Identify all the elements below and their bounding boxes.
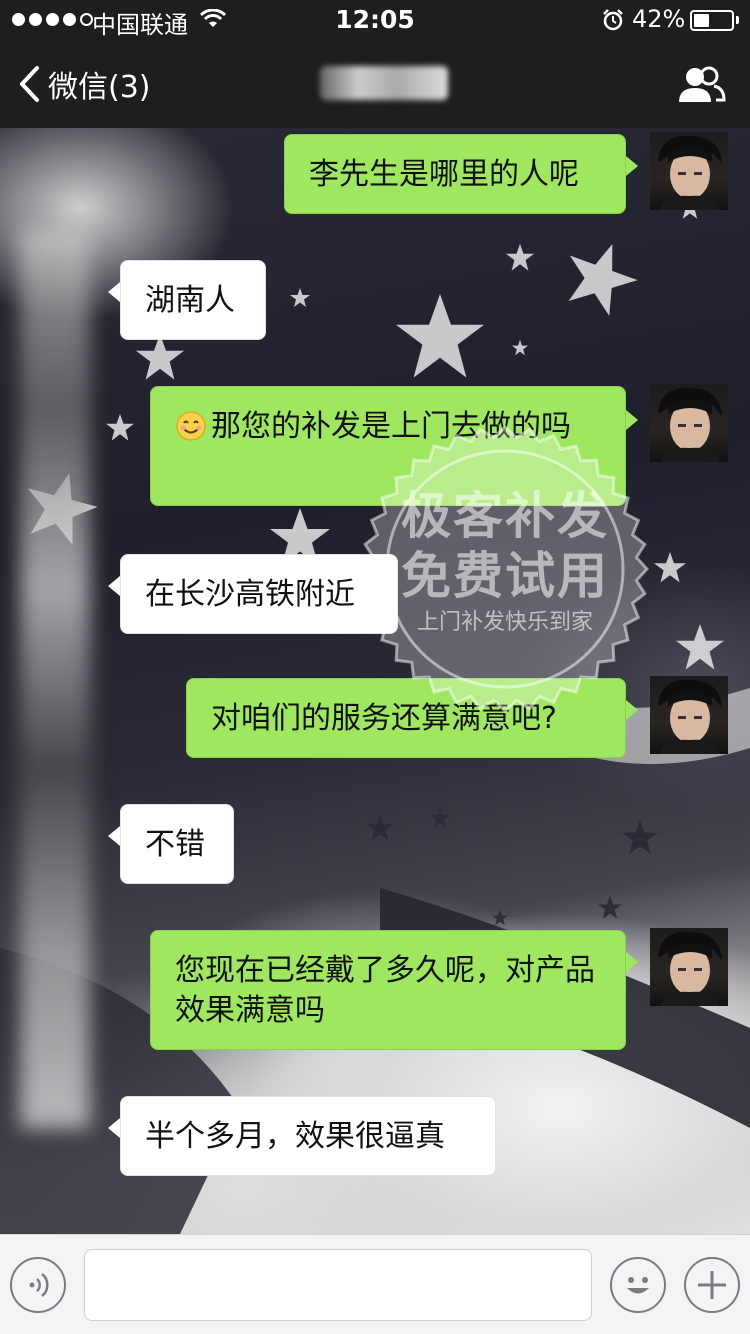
avatar[interactable] (650, 132, 728, 210)
chat-area[interactable]: 李先生是哪里的人呢 湖南人 那您的补发是上门去做的吗 在长沙高铁附近 对咱们的服… (0, 128, 750, 1234)
message-bubble-sent[interactable]: 您现在已经戴了多久呢，对产品效果满意吗 (150, 930, 626, 1050)
person-avatar-icon (658, 931, 722, 1006)
voice-icon (29, 1273, 49, 1297)
message-text: 您现在已经戴了多久呢，对产品效果满意吗 (175, 953, 595, 1028)
message-text: 对咱们的服务还算满意吧? (211, 701, 557, 736)
person-avatar-icon (658, 135, 722, 210)
message-text: 半个多月，效果很逼真 (145, 1119, 445, 1154)
battery-icon (690, 10, 734, 31)
message-bubble-received[interactable]: 在长沙高铁附近 (120, 554, 398, 634)
plus-icon (698, 1271, 726, 1299)
message-input[interactable] (84, 1249, 592, 1321)
alarm-icon (603, 9, 623, 31)
avatar[interactable] (650, 928, 728, 1006)
voice-button[interactable] (10, 1257, 66, 1313)
message-text: 在长沙高铁附近 (145, 577, 355, 612)
emoji-icon (627, 1277, 649, 1294)
message-bubble-received[interactable]: 不错 (120, 804, 234, 884)
bubble-tail (626, 700, 638, 720)
back-label: 微信(3) (48, 70, 151, 105)
chat-header: 微信(3) (0, 40, 750, 128)
smile-emoji-icon (176, 411, 206, 441)
status-bar: 中国联通 12:05 42% (0, 0, 750, 40)
input-toolbar (0, 1234, 750, 1334)
battery-percent: 42% (632, 5, 686, 33)
chat-title-blurred (320, 66, 448, 100)
message-text: 那您的补发是上门去做的吗 (211, 409, 571, 444)
message-bubble-sent[interactable]: 李先生是哪里的人呢 (284, 134, 626, 214)
bubble-tail (626, 156, 638, 176)
bubble-tail (108, 282, 120, 302)
battery-cap (736, 16, 739, 24)
message-bubble-sent[interactable]: 对咱们的服务还算满意吧? (186, 678, 626, 758)
chevron-left-icon (20, 66, 39, 102)
group-contacts-icon[interactable] (676, 64, 726, 106)
person-avatar-icon (658, 387, 722, 462)
back-button[interactable]: 微信(3) (18, 62, 178, 106)
message-bubble-received[interactable]: 半个多月，效果很逼真 (120, 1096, 496, 1176)
message-bubble-sent[interactable]: 那您的补发是上门去做的吗 (150, 386, 626, 506)
bubble-tail (108, 576, 120, 596)
bubble-tail (108, 1118, 120, 1138)
more-actions-button[interactable] (684, 1257, 740, 1313)
message-text: 湖南人 (145, 283, 235, 318)
avatar[interactable] (650, 676, 728, 754)
message-bubble-received[interactable]: 湖南人 (120, 260, 266, 340)
person-avatar-icon (658, 679, 722, 754)
bubble-tail (626, 410, 638, 430)
message-text: 李先生是哪里的人呢 (309, 157, 579, 192)
bubble-tail (108, 826, 120, 846)
message-text: 不错 (145, 827, 205, 862)
blurred-avatar-strip (20, 228, 90, 1128)
battery-level (694, 14, 709, 27)
bubble-tail (626, 952, 638, 972)
emoji-button[interactable] (610, 1257, 666, 1313)
avatar[interactable] (650, 384, 728, 462)
